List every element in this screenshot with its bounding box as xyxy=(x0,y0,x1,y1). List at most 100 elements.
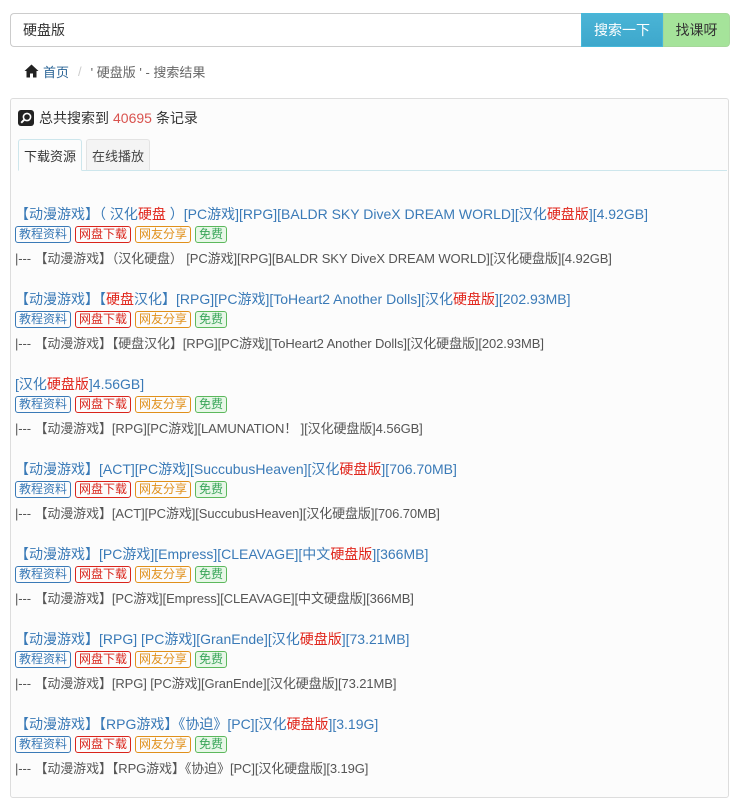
keyword-highlight: 硬盘版 xyxy=(339,461,382,477)
result-title-text: ][706.70MB] xyxy=(381,461,457,477)
breadcrumb: 首页 / ' 硬盘版 ' - 搜索结果 xyxy=(24,61,205,81)
tag-user-share[interactable]: 网友分享 xyxy=(135,311,192,328)
summary-count: 40695 xyxy=(113,110,152,126)
keyword-highlight: 硬盘版 xyxy=(546,206,589,222)
list-item: 【动漫游戏】[RPG] [PC游戏][GranEnde][汉化硬盘版][73.2… xyxy=(15,629,727,714)
search-icon xyxy=(18,110,34,126)
tag-user-share[interactable]: 网友分享 xyxy=(135,481,192,498)
result-tags: 教程资料 网盘下载 网友分享 免费 xyxy=(15,396,727,413)
tag-user-share[interactable]: 网友分享 xyxy=(135,396,192,413)
tag-user-share[interactable]: 网友分享 xyxy=(135,226,192,243)
tag-user-share[interactable]: 网友分享 xyxy=(135,736,192,753)
tag-tutorial[interactable]: 教程资料 xyxy=(15,736,72,753)
result-title-link[interactable]: 【动漫游戏】【硬盘汉化】[RPG][PC游戏][ToHeart2 Another… xyxy=(15,289,727,309)
keyword-highlight: 硬盘 xyxy=(137,206,166,222)
search-bar: 搜索一下 找课呀 xyxy=(10,13,730,47)
result-tags: 教程资料 网盘下载 网友分享 免费 xyxy=(15,651,727,668)
list-item: 【动漫游戏】【硬盘汉化】[RPG][PC游戏][ToHeart2 Another… xyxy=(15,289,727,374)
result-title-link[interactable]: 【动漫游戏】[ACT][PC游戏][SuccubusHeaven][汉化硬盘版]… xyxy=(15,459,727,479)
tag-free[interactable]: 免费 xyxy=(195,736,228,753)
keyword-highlight: 硬盘 xyxy=(106,291,134,307)
list-item: 【动漫游戏】【RPG游戏】《协迫》[PC][汉化硬盘版][3.19G] 教程资料网… xyxy=(15,714,727,799)
result-title-link[interactable]: 【动漫游戏】[PC游戏][Empress][CLEAVAGE][中文硬盘版][3… xyxy=(15,544,727,564)
result-file-path: |--- 【动漫游戏】[PC游戏][Empress][CLEAVAGE][中文硬… xyxy=(15,591,414,606)
result-title-text: 【动漫游戏】【RPG游戏】《协迫》[PC][汉化 xyxy=(15,716,287,732)
keyword-highlight: 硬盘版 xyxy=(330,546,373,562)
result-title-link[interactable]: [汉化硬盘版]4.56GB] xyxy=(15,374,727,394)
result-title-text: ]4.56GB] xyxy=(88,376,145,392)
result-title-text: 【动漫游戏】[ACT][PC游戏][SuccubusHeaven][汉化 xyxy=(15,461,340,477)
result-tags: 教程资料 网盘下载 网友分享 免费 xyxy=(15,736,727,753)
results-list: 【动漫游戏】（ 汉化硬盘 ）[PC游戏][RPG][BALDR SKY Dive… xyxy=(15,204,727,799)
keyword-highlight: 硬盘版 xyxy=(452,291,495,307)
breadcrumb-home-link[interactable]: 首页 xyxy=(24,62,69,81)
result-tags: 教程资料 网盘下载 网友分享 免费 xyxy=(15,311,727,328)
tag-free[interactable]: 免费 xyxy=(195,481,228,498)
result-title-text: [汉化 xyxy=(15,376,47,392)
list-item: 【动漫游戏】[PC游戏][Empress][CLEAVAGE][中文硬盘版][3… xyxy=(15,544,727,629)
result-tags: 教程资料 网盘下载 网友分享 免费 xyxy=(15,566,727,583)
tag-netdisk-download[interactable]: 网盘下载 xyxy=(75,566,132,583)
result-file-path: |--- 【动漫游戏】[RPG][PC游戏][LAMUNATION！ ][汉化硬… xyxy=(15,421,423,436)
tag-netdisk-download[interactable]: 网盘下载 xyxy=(75,226,132,243)
tag-netdisk-download[interactable]: 网盘下载 xyxy=(75,481,132,498)
result-file-path: |--- 【动漫游戏】（汉化硬盘） [PC游戏][RPG][BALDR SKY … xyxy=(15,251,612,266)
tag-tutorial[interactable]: 教程资料 xyxy=(15,226,72,243)
result-title-text: 【动漫游戏】（ 汉化 xyxy=(15,206,138,222)
tag-user-share[interactable]: 网友分享 xyxy=(135,651,192,668)
result-file-path: |--- 【动漫游戏】[ACT][PC游戏][SuccubusHeaven][汉… xyxy=(15,506,440,521)
result-title-text: ][73.21MB] xyxy=(341,631,410,647)
keyword-highlight: 硬盘版 xyxy=(299,631,342,647)
result-file-path: |--- 【动漫游戏】【RPG游戏】《协迫》[PC][汉化硬盘版][3.19G] xyxy=(15,761,369,776)
result-title-text: ][3.19G] xyxy=(328,716,379,732)
home-icon xyxy=(24,64,39,78)
result-title-text: 【动漫游戏】[RPG] [PC游戏][GranEnde][汉化 xyxy=(15,631,300,647)
tag-netdisk-download[interactable]: 网盘下载 xyxy=(75,396,132,413)
results-panel: 总共搜索到 40695 条记录 下载资源 在线播放 【动漫游戏】（ 汉化硬盘 ）… xyxy=(10,98,729,798)
result-summary: 总共搜索到 40695 条记录 xyxy=(18,108,198,128)
tag-netdisk-download[interactable]: 网盘下载 xyxy=(75,736,132,753)
breadcrumb-current: ' 硬盘版 ' - 搜索结果 xyxy=(90,64,206,80)
search-input[interactable] xyxy=(10,13,581,47)
result-title-text: 汉化】[RPG][PC游戏][ToHeart2 Another Dolls][汉… xyxy=(134,291,453,307)
search-button[interactable]: 搜索一下 xyxy=(581,13,663,47)
tag-netdisk-download[interactable]: 网盘下载 xyxy=(75,311,132,328)
result-tags: 教程资料 网盘下载 网友分享 免费 xyxy=(15,481,727,498)
tag-free[interactable]: 免费 xyxy=(195,226,228,243)
result-title-text: ][366MB] xyxy=(372,546,429,562)
result-tabs: 下载资源 在线播放 xyxy=(18,139,727,171)
tag-tutorial[interactable]: 教程资料 xyxy=(15,311,72,328)
tab-online-play[interactable]: 在线播放 xyxy=(86,139,151,170)
tab-download-resources[interactable]: 下载资源 xyxy=(18,139,83,171)
keyword-highlight: 硬盘版 xyxy=(286,716,329,732)
result-title-text: ][202.93MB] xyxy=(494,291,571,307)
result-title-text: 【动漫游戏】【 xyxy=(15,291,106,307)
result-title-link[interactable]: 【动漫游戏】【RPG游戏】《协迫》[PC][汉化硬盘版][3.19G] xyxy=(15,714,727,734)
tag-netdisk-download[interactable]: 网盘下载 xyxy=(75,651,132,668)
tag-free[interactable]: 免费 xyxy=(195,651,228,668)
tag-user-share[interactable]: 网友分享 xyxy=(135,566,192,583)
tag-free[interactable]: 免费 xyxy=(195,566,228,583)
tag-free[interactable]: 免费 xyxy=(195,311,228,328)
result-title-link[interactable]: 【动漫游戏】[RPG] [PC游戏][GranEnde][汉化硬盘版][73.2… xyxy=(15,629,727,649)
tag-tutorial[interactable]: 教程资料 xyxy=(15,651,72,668)
result-title-text: ）[PC游戏][RPG][BALDR SKY DiveX DREAM WORLD… xyxy=(165,206,547,222)
list-item: 【动漫游戏】[ACT][PC游戏][SuccubusHeaven][汉化硬盘版]… xyxy=(15,459,727,544)
tag-free[interactable]: 免费 xyxy=(195,396,228,413)
result-title-link[interactable]: 【动漫游戏】（ 汉化硬盘 ）[PC游戏][RPG][BALDR SKY Dive… xyxy=(15,204,727,224)
find-course-button[interactable]: 找课呀 xyxy=(663,13,730,47)
list-item: [汉化硬盘版]4.56GB] 教程资料 网盘下载 网友分享 免费 |--- 【动漫游戏】[… xyxy=(15,374,727,459)
summary-suffix: 条记录 xyxy=(155,110,198,126)
breadcrumb-home-label: 首页 xyxy=(43,64,70,80)
result-title-text: ][4.92GB] xyxy=(588,206,648,222)
tag-tutorial[interactable]: 教程资料 xyxy=(15,396,72,413)
result-title-text: 【动漫游戏】[PC游戏][Empress][CLEAVAGE][中文 xyxy=(15,546,331,562)
result-tags: 教程资料 网盘下载 网友分享 免费 xyxy=(15,226,727,243)
tag-tutorial[interactable]: 教程资料 xyxy=(15,481,72,498)
tag-tutorial[interactable]: 教程资料 xyxy=(15,566,72,583)
keyword-highlight: 硬盘版 xyxy=(46,376,89,392)
result-file-path: |--- 【动漫游戏】【硬盘汉化】[RPG][PC游戏][ToHeart2 An… xyxy=(15,336,544,351)
list-item: 【动漫游戏】（ 汉化硬盘 ）[PC游戏][RPG][BALDR SKY Dive… xyxy=(15,204,727,289)
result-file-path: |--- 【动漫游戏】[RPG] [PC游戏][GranEnde][汉化硬盘版]… xyxy=(15,676,397,691)
breadcrumb-separator: / xyxy=(78,63,82,79)
